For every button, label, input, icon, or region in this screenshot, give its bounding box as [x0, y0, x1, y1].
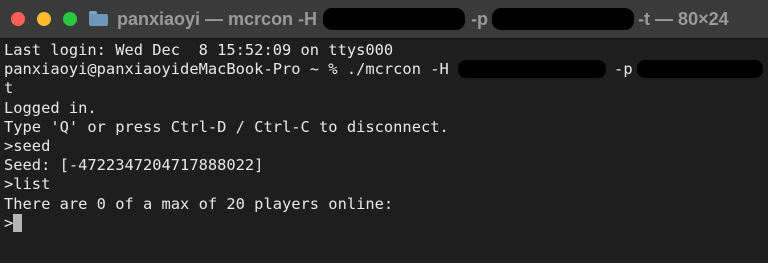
- window-title-prefix: panxiaoyi — mcrcon -H: [117, 8, 318, 29]
- terminal-output[interactable]: Last login: Wed Dec 8 15:52:09 on ttys00…: [4, 41, 764, 233]
- close-window-button[interactable]: [11, 12, 25, 26]
- redacted-host: [458, 60, 607, 79]
- input-line[interactable]: >: [4, 213, 764, 233]
- seed-command-line: >seed: [4, 136, 51, 155]
- zoom-window-button[interactable]: [63, 12, 77, 26]
- seed-output-line: Seed: [-4722347204717888022]: [4, 156, 264, 175]
- window-title-middle: -p: [471, 8, 489, 29]
- list-command-line: >list: [4, 175, 51, 194]
- list-output-line: There are 0 of a max of 20 players onlin…: [4, 194, 394, 213]
- folder-icon: [89, 10, 108, 26]
- logged-in-line: Logged in.: [4, 98, 97, 117]
- command-line: panxiaoyi@panxiaoyideMacBook-Pro ~ % ./m…: [4, 60, 764, 79]
- last-login-line: Last login: Wed Dec 8 15:52:09 on ttys00…: [4, 41, 394, 59]
- redacted-password: [492, 8, 635, 30]
- redacted-host: [323, 8, 466, 30]
- redacted-password: [636, 60, 763, 79]
- text-cursor: [13, 213, 23, 232]
- input-prompt: >: [4, 213, 14, 232]
- disconnect-hint-line: Type 'Q' or press Ctrl-D / Ctrl-C to dis…: [4, 117, 449, 136]
- minimize-window-button[interactable]: [37, 12, 51, 26]
- terminal-window: panxiaoyi — mcrcon -H -p -t — 80×24 Last…: [0, 0, 768, 263]
- window-title: panxiaoyi — mcrcon -H -p -t — 80×24: [89, 6, 729, 32]
- command-line-wrap: t: [4, 79, 14, 98]
- shell-prompt: panxiaoyi@panxiaoyideMacBook-Pro ~ % ./m…: [4, 60, 449, 79]
- title-bar[interactable]: panxiaoyi — mcrcon -H -p -t — 80×24: [0, 0, 768, 39]
- password-flag: -p: [614, 60, 633, 79]
- window-title-suffix: -t — 80×24: [638, 8, 729, 29]
